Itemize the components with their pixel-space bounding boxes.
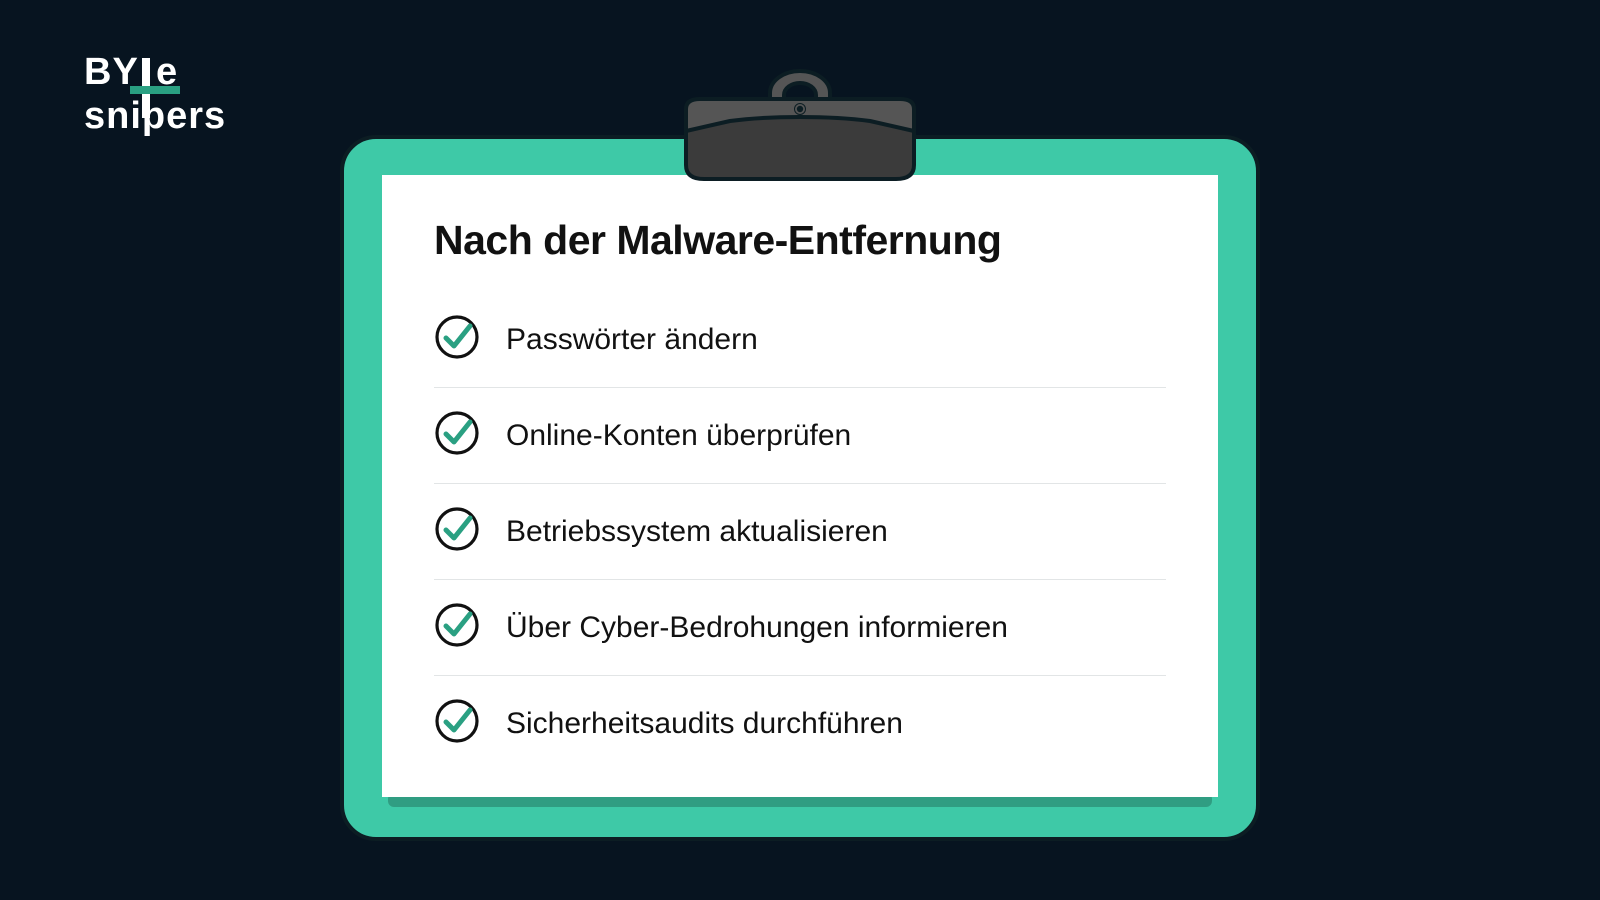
checklist-item: Sicherheitsaudits durchführen	[434, 676, 1166, 771]
checklist-item-label: Über Cyber-Bedrohungen informieren	[506, 611, 1008, 645]
checklist-item: Betriebssystem aktualisieren	[434, 484, 1166, 580]
checklist-item: Über Cyber-Bedrohungen informieren	[434, 580, 1166, 676]
checklist-item-label: Betriebssystem aktualisieren	[506, 515, 888, 549]
checklist-item: Passwörter ändern	[434, 292, 1166, 388]
clipboard: Nach der Malware-Entfernung Passwörter ä…	[340, 135, 1260, 841]
bytesnipers-logo-icon: BY snipers e	[84, 50, 294, 142]
clipboard-clip-icon	[670, 65, 930, 220]
checkmark-icon	[434, 602, 480, 653]
checkmark-icon	[434, 410, 480, 461]
checklist-item-label: Passwörter ändern	[506, 323, 758, 357]
checkmark-icon	[434, 698, 480, 749]
checkmark-icon	[434, 506, 480, 557]
svg-text:e: e	[156, 51, 177, 93]
checklist-item-label: Sicherheitsaudits durchführen	[506, 707, 903, 741]
checklist-item: Online-Konten überprüfen	[434, 388, 1166, 484]
checklist-item-label: Online-Konten überprüfen	[506, 419, 851, 453]
checklist-title: Nach der Malware-Entfernung	[434, 217, 1166, 264]
checklist: Passwörter ändern Online-Konten überprüf…	[434, 292, 1166, 771]
svg-text:snipers: snipers	[84, 95, 226, 137]
clipboard-board: Nach der Malware-Entfernung Passwörter ä…	[340, 135, 1260, 841]
clipboard-paper: Nach der Malware-Entfernung Passwörter ä…	[382, 175, 1218, 797]
checkmark-icon	[434, 314, 480, 365]
brand-logo: BY snipers e	[84, 50, 294, 142]
